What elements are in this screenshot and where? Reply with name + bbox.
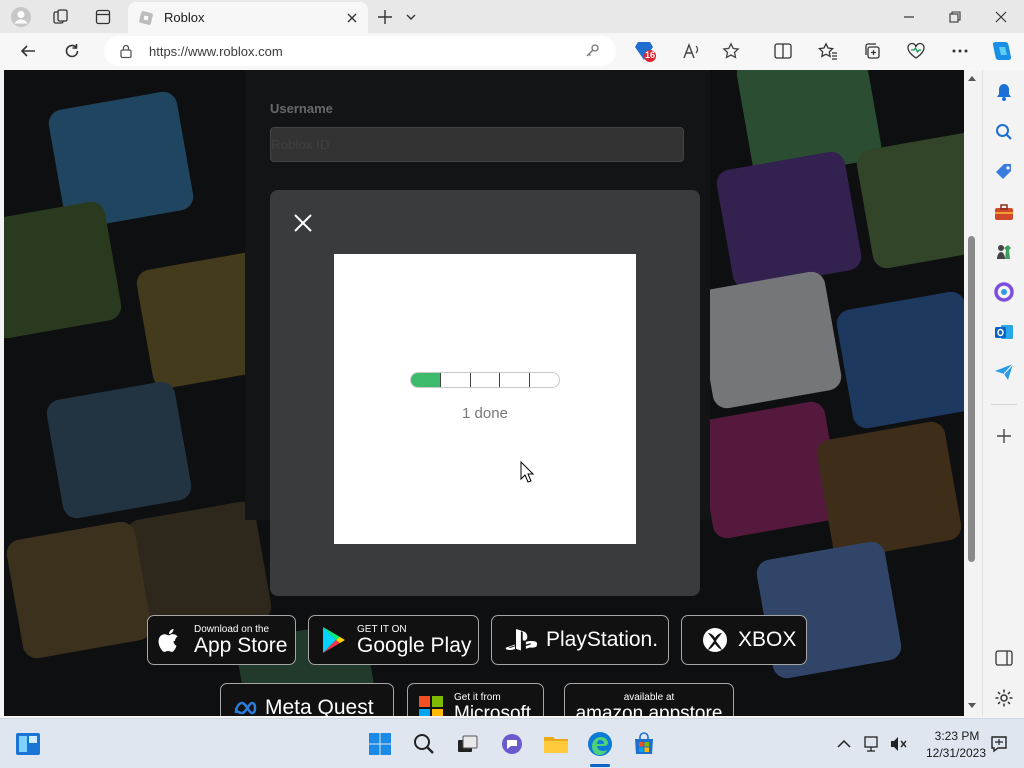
amazon-badge-small: available at	[623, 691, 675, 703]
tab-close-icon[interactable]	[344, 10, 360, 26]
app-store-badge-small: Download on the	[194, 623, 270, 635]
xbox-badge-label: XBOX	[738, 628, 797, 651]
microsoft-badge-small: Get it from	[454, 691, 501, 703]
lock-icon[interactable]	[118, 43, 134, 59]
outlook-icon[interactable]	[992, 320, 1016, 344]
playstation-badge-label: PlayStation.	[546, 628, 659, 651]
app-store-badge-big: App Store	[194, 633, 288, 657]
browser-tab-roblox[interactable]: Roblox	[128, 2, 368, 33]
send-plane-icon[interactable]	[992, 360, 1016, 384]
notifications-bell-icon[interactable]	[992, 80, 1016, 104]
captcha-frame[interactable]: 1 done	[334, 254, 636, 544]
notification-center-icon[interactable]	[988, 731, 1010, 757]
progress-text: 1 done	[462, 405, 508, 422]
scroll-down-icon[interactable]	[967, 700, 977, 710]
apple-icon	[158, 626, 188, 654]
captcha-progress-bar	[410, 372, 560, 388]
roblox-favicon-icon	[138, 10, 154, 26]
app-store-badge[interactable]: Download on the App Store	[147, 615, 296, 665]
back-arrow-icon[interactable]	[16, 39, 40, 63]
microsoft-badge-big: Microsoft	[454, 702, 532, 717]
tab-list-chevron-icon[interactable]	[398, 4, 424, 30]
scroll-up-icon[interactable]	[967, 74, 977, 84]
close-window-icon[interactable]	[978, 0, 1024, 33]
volume-muted-icon[interactable]	[888, 731, 910, 757]
page-content: Username Download on the App Store GET I…	[4, 70, 964, 716]
progress-step	[441, 373, 471, 387]
restore-icon[interactable]	[932, 0, 978, 33]
network-icon[interactable]	[862, 731, 884, 757]
read-aloud-icon[interactable]	[680, 39, 704, 63]
tools-briefcase-icon[interactable]	[992, 200, 1016, 224]
progress-step	[530, 373, 559, 387]
active-app-indicator	[590, 764, 610, 767]
settings-gear-icon[interactable]	[992, 686, 1016, 710]
start-windows-icon[interactable]	[367, 731, 393, 757]
microsoft-store-badge[interactable]: Get it from Microsoft	[407, 683, 544, 716]
xbox-icon	[702, 627, 732, 653]
progress-step	[500, 373, 531, 387]
add-icon[interactable]	[992, 424, 1016, 448]
microsoft-store-icon[interactable]	[631, 731, 657, 757]
teams-chat-icon[interactable]	[499, 731, 525, 757]
progress-step	[471, 373, 501, 387]
minimize-icon[interactable]	[886, 0, 932, 33]
shopping-tag-icon[interactable]	[992, 160, 1016, 184]
xbox-badge[interactable]: XBOX	[681, 615, 807, 665]
scroll-thumb[interactable]	[968, 236, 975, 562]
mouse-cursor-icon	[520, 461, 534, 483]
address-bar[interactable]: https://www.roblox.com	[104, 36, 616, 66]
google-play-badge-small: GET IT ON	[357, 623, 407, 635]
google-play-icon	[321, 626, 351, 654]
task-view-icon[interactable]	[455, 731, 481, 757]
playstation-icon	[504, 627, 540, 653]
more-options-icon[interactable]	[948, 39, 972, 63]
browser-title-bar: Roblox	[0, 0, 1024, 33]
sidebar-divider	[991, 404, 1017, 405]
url-text: https://www.roblox.com	[149, 44, 283, 59]
hide-sidebar-icon[interactable]	[992, 646, 1016, 670]
meta-quest-badge[interactable]: Meta Quest	[220, 683, 394, 716]
page-scrollbar[interactable]	[964, 70, 980, 716]
split-screen-icon[interactable]	[771, 39, 795, 63]
progress-step	[411, 373, 441, 387]
workspaces-icon[interactable]	[48, 4, 74, 30]
address-toolbar: https://www.roblox.com 16	[0, 33, 1024, 70]
refresh-icon[interactable]	[60, 39, 84, 63]
microsoft-365-icon[interactable]	[992, 280, 1016, 304]
tab-title: Roblox	[164, 10, 205, 25]
password-key-icon[interactable]	[584, 43, 600, 59]
amazon-badge-big: amazon appstore	[575, 702, 723, 717]
file-explorer-icon[interactable]	[543, 731, 569, 757]
edge-sidebar	[982, 70, 1024, 716]
google-play-badge-big: Google Play	[357, 633, 472, 657]
tab-actions-icon[interactable]	[90, 4, 116, 30]
microsoft-logo-icon	[418, 695, 448, 716]
meta-quest-badge-label: Meta Quest	[265, 696, 374, 717]
browser-essentials-icon[interactable]	[904, 39, 928, 63]
taskbar-search-icon[interactable]	[411, 731, 437, 757]
favorites-icon[interactable]	[816, 39, 840, 63]
games-chess-icon[interactable]	[992, 240, 1016, 264]
google-play-badge[interactable]: GET IT ON Google Play	[308, 615, 479, 665]
show-hidden-icons-chevron-icon[interactable]	[833, 731, 855, 757]
verification-modal: 1 done	[270, 190, 700, 596]
extension-shield-icon[interactable]: 16	[634, 39, 658, 63]
favorite-star-icon[interactable]	[719, 39, 743, 63]
windows-taskbar: 3:23 PM 12/31/2023	[0, 718, 1024, 768]
copilot-icon[interactable]	[990, 39, 1014, 63]
new-tab-icon[interactable]	[372, 4, 398, 30]
playstation-badge[interactable]: PlayStation.	[491, 615, 669, 665]
profile-icon[interactable]	[8, 4, 34, 30]
extension-badge-count: 16	[645, 50, 656, 60]
search-icon[interactable]	[992, 120, 1016, 144]
amazon-appstore-badge[interactable]: available at amazon appstore	[564, 683, 734, 716]
close-icon[interactable]	[292, 212, 314, 234]
collections-icon[interactable]	[860, 39, 884, 63]
widgets-icon[interactable]	[15, 731, 41, 757]
clock-date[interactable]: 12/31/2023	[918, 746, 994, 760]
clock-time[interactable]: 3:23 PM	[922, 729, 992, 743]
meta-icon	[233, 700, 263, 716]
edge-browser-icon[interactable]	[587, 731, 613, 757]
